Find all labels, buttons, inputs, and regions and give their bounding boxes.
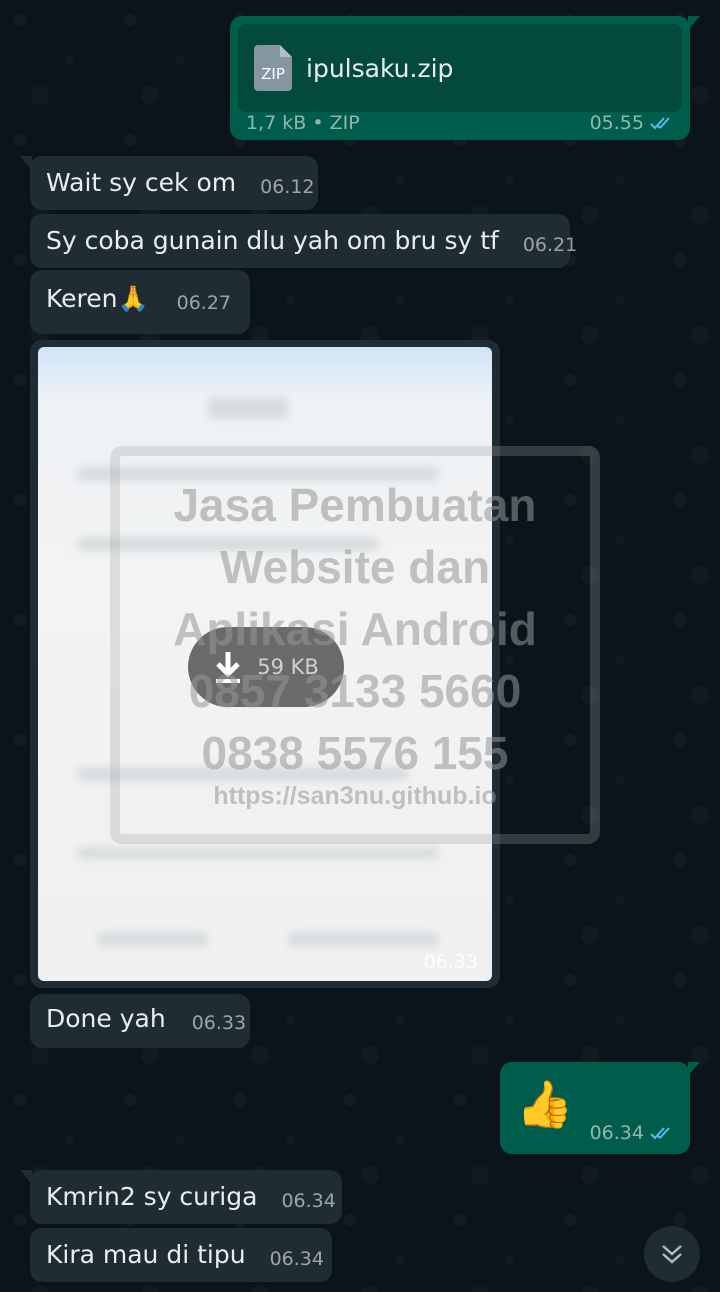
- watermark-text: 0857 3133 5660: [188, 665, 522, 717]
- message-time: 06.34: [281, 1190, 336, 1212]
- incoming-message[interactable]: Sy coba gunain dlu yah om bru sy tf 06.2…: [30, 214, 577, 268]
- message-text: Keren🙏: [46, 284, 149, 313]
- file-type-badge: ZIP: [261, 65, 285, 83]
- message-time: 06.21: [522, 234, 578, 256]
- message-time: 06.33: [191, 1012, 247, 1034]
- watermark-text: Website dan: [219, 541, 491, 593]
- double-check-icon: [650, 1127, 670, 1140]
- incoming-message[interactable]: Kira mau di tipu 06.34: [30, 1228, 332, 1282]
- file-name: ipulsaku.zip: [306, 53, 454, 83]
- message-emoji: 👍: [516, 1077, 574, 1131]
- incoming-message[interactable]: Done yah 06.33: [30, 994, 250, 1048]
- file-message[interactable]: ZIP ipulsaku.zip 1,7 kB • ZIP 05.55: [230, 16, 700, 140]
- incoming-message[interactable]: Kmrin2 sy curiga 06.34: [20, 1170, 342, 1224]
- watermark-text: Jasa Pembuatan: [173, 479, 537, 531]
- incoming-message[interactable]: Wait sy cek om 06.12: [20, 156, 318, 210]
- message-text: Done yah: [46, 1004, 166, 1033]
- message-time: 06.27: [176, 292, 232, 314]
- outgoing-message[interactable]: 👍 06.34: [500, 1062, 700, 1154]
- double-chevron-down-icon: [662, 1245, 682, 1264]
- zip-file-icon: ZIP: [254, 45, 292, 91]
- file-attachment[interactable]: ZIP ipulsaku.zip: [238, 24, 682, 112]
- message-time: 06.34: [589, 1122, 644, 1144]
- watermark-text: Aplikasi Android: [173, 603, 537, 655]
- message-footer: 05.55: [590, 112, 676, 134]
- message-text: Sy coba gunain dlu yah om bru sy tf: [46, 226, 499, 255]
- message-text: Kira mau di tipu: [46, 1240, 246, 1269]
- message-time: 06.33: [423, 951, 478, 973]
- message-time: 06.34: [269, 1248, 324, 1270]
- message-time: 05.55: [589, 112, 644, 134]
- message-time: 06.12: [260, 176, 315, 198]
- watermark-url: https://san3nu.github.io: [213, 782, 497, 810]
- double-check-icon: [650, 117, 670, 130]
- scroll-to-bottom-button[interactable]: [644, 1226, 700, 1282]
- file-meta: 1,7 kB • ZIP: [246, 112, 360, 134]
- watermark-text: 0838 5576 155: [201, 727, 509, 779]
- incoming-message[interactable]: Keren🙏 06.27: [30, 270, 250, 334]
- message-text: Kmrin2 sy curiga: [46, 1182, 258, 1211]
- message-text: Wait sy cek om: [46, 168, 237, 197]
